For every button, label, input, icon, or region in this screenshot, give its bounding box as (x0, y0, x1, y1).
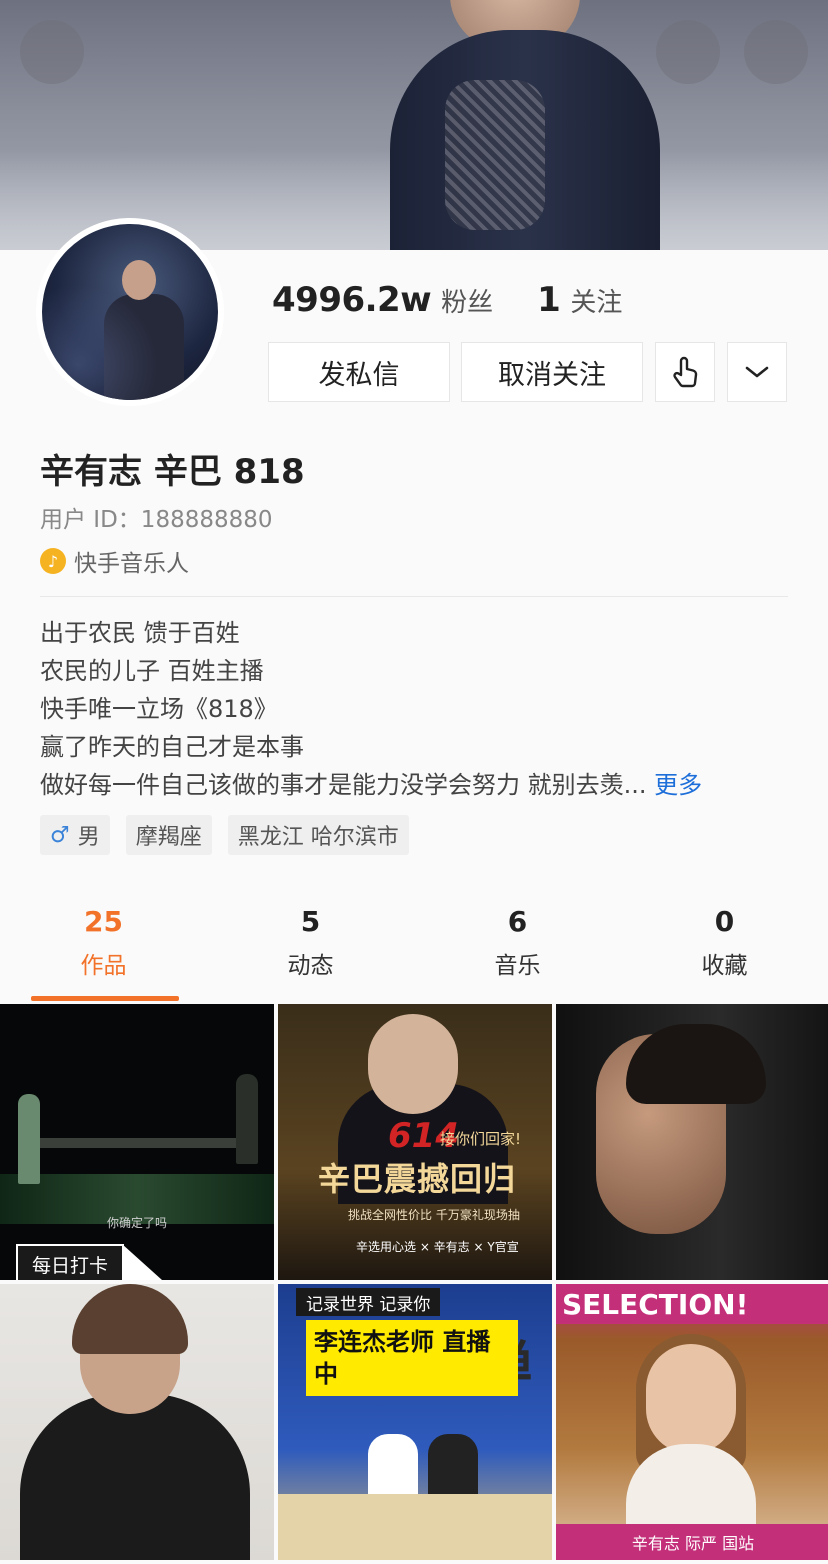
video-thumbnail[interactable]: 极禅 记录世界 记录你 李连杰老师 直播中 (278, 1284, 552, 1560)
tab-count: 25 (84, 905, 123, 938)
tab-count: 6 (507, 905, 528, 938)
bio-line-last: 做好每一件自己该做的事才是能力没学会努力 就别去羡... 更多 (40, 766, 800, 804)
menu-button[interactable] (744, 20, 808, 84)
gender-text: 男 (77, 825, 100, 850)
poster-footer: 辛选用心选 × 辛有志 × Y官宣 (356, 1240, 519, 1254)
daily-checkin-badge: 每日打卡 (16, 1244, 125, 1280)
more-options-button[interactable] (727, 342, 787, 402)
tab-label: 动态 (287, 953, 334, 979)
badge-corner (122, 1244, 162, 1280)
creator-tagline[interactable]: ♪ 快手音乐人 (40, 544, 189, 578)
video-thumbnail[interactable]: 614 接你们回家! 辛巴震撼回归 挑战全网性价比 千万豪礼现场抽 辛选用心选 … (278, 1004, 552, 1280)
bio-line: 赢了昨天的自己才是本事 (40, 733, 304, 761)
gender-chip: ♂ 男 (40, 815, 110, 855)
tab-label: 收藏 (701, 953, 748, 979)
bio-line: 农民的儿子 百姓主播 (40, 657, 264, 685)
bio-line: 出于农民 馈于百姓 (40, 619, 240, 647)
cover-sequin-jacket (445, 80, 545, 230)
user-id[interactable]: 用户 ID：188888880 (40, 500, 273, 534)
send-message-button[interactable]: 发私信 (268, 342, 450, 402)
share-button[interactable] (656, 20, 720, 84)
profile-cover-image (0, 0, 828, 250)
tab-music[interactable]: 6 音乐 (414, 900, 621, 1000)
bio-line-text: 做好每一件自己该做的事才是能力没学会努力 就别去羡... (40, 771, 647, 799)
poke-button[interactable] (655, 342, 715, 402)
selection-banner: SELECTION! (556, 1284, 828, 1324)
content-tabs: 25 作品 5 动态 6 音乐 0 收藏 (0, 900, 828, 1000)
live-caption: 李连杰老师 直播中 (306, 1320, 518, 1396)
tab-moments[interactable]: 5 动态 (207, 900, 414, 1000)
tab-works[interactable]: 25 作品 (0, 900, 207, 1000)
active-tab-indicator (31, 996, 179, 1001)
bio: 出于农民 馈于百姓 农民的儿子 百姓主播 快手唯一立场《818》 赢了昨天的自己… (40, 614, 800, 804)
profile-name: 辛有志 辛巴 818 (40, 452, 305, 492)
avatar[interactable] (36, 218, 224, 406)
chevron-down-icon (745, 366, 769, 378)
video-thumbnail[interactable] (0, 1284, 274, 1560)
poster-tagline: 挑战全网性价比 千万豪礼现场抽 (348, 1208, 520, 1222)
tab-label: 音乐 (494, 953, 541, 979)
hand-tap-icon (673, 356, 698, 388)
tab-count: 5 (300, 905, 321, 938)
male-icon: ♂ (50, 822, 70, 848)
bio-more-link[interactable]: 更多 (654, 771, 702, 799)
following-count[interactable]: 1 (537, 280, 561, 320)
zodiac-chip: 摩羯座 (125, 815, 212, 855)
followers-count[interactable]: 4996.2w (272, 280, 432, 320)
thumbnail-caption: 辛有志 际严 国站 (556, 1524, 828, 1560)
bio-line: 快手唯一立场《818》 (40, 695, 278, 723)
poster-title: 辛巴震撼回归 (318, 1160, 517, 1198)
back-button[interactable] (20, 20, 84, 84)
following-label[interactable]: 关注 (570, 282, 622, 319)
profile-chips: ♂ 男 摩羯座 黑龙江 哈尔滨市 (40, 815, 409, 855)
profile-stats: 4996.2w 粉丝 1 关注 (272, 280, 622, 330)
followers-label[interactable]: 粉丝 (441, 282, 493, 319)
record-tag: 记录世界 记录你 (296, 1288, 441, 1316)
location-chip: 黑龙江 哈尔滨市 (227, 815, 409, 855)
video-thumbnail[interactable] (556, 1004, 828, 1280)
video-subtitle: 你确定了吗 (106, 1216, 167, 1230)
tagline-text: 快手音乐人 (74, 551, 189, 577)
music-note-icon: ♪ (40, 548, 66, 574)
tab-favorites[interactable]: 0 收藏 (621, 900, 828, 1000)
divider (40, 596, 788, 597)
video-thumbnail[interactable]: SELECTION! 辛有志 际严 国站 (556, 1284, 828, 1560)
tab-count: 0 (714, 905, 735, 938)
video-grid: 你确定了吗 每日打卡 614 接你们回家! 辛巴震撼回归 挑战全网性价比 千万豪… (0, 1004, 828, 1564)
poster-subtitle: 接你们回家! (440, 1130, 522, 1148)
video-thumbnail[interactable]: 你确定了吗 每日打卡 (0, 1004, 274, 1280)
unfollow-button[interactable]: 取消关注 (461, 342, 643, 402)
tab-label: 作品 (80, 953, 127, 979)
